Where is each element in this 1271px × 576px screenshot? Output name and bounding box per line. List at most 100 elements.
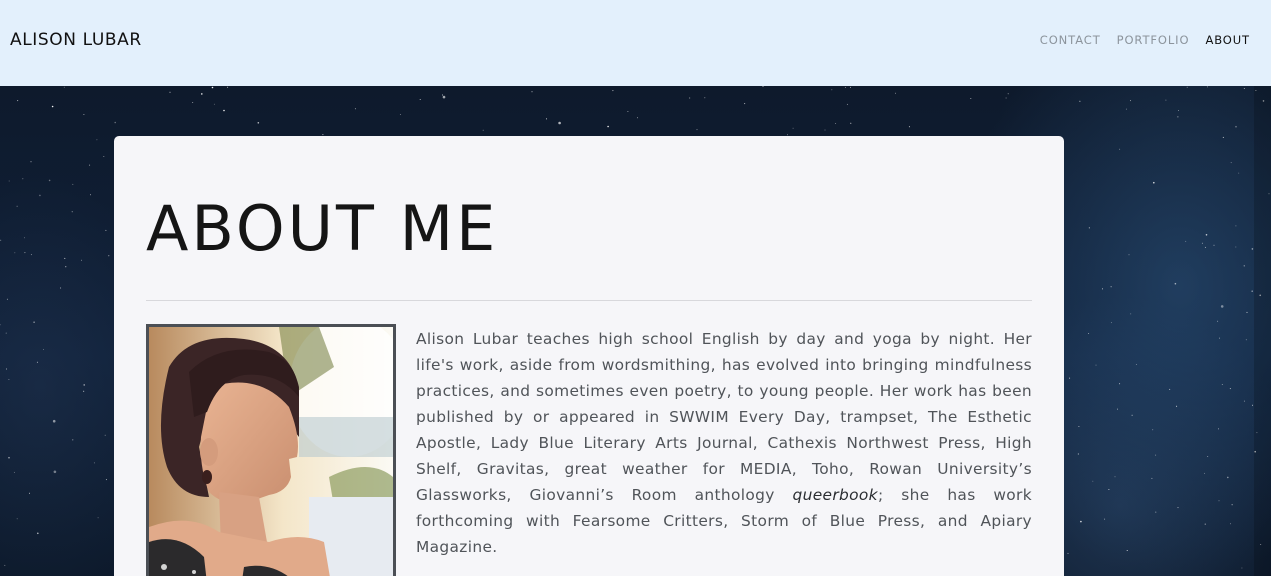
star — [831, 89, 833, 91]
star — [108, 255, 110, 257]
star — [201, 93, 203, 95]
star — [1169, 388, 1171, 390]
star — [1088, 227, 1090, 229]
star — [696, 129, 698, 131]
star — [1246, 311, 1248, 313]
star — [1110, 322, 1112, 324]
star — [72, 183, 74, 185]
star — [8, 180, 10, 182]
star — [1177, 507, 1179, 509]
star — [1229, 388, 1231, 390]
star — [1131, 414, 1133, 416]
star — [1201, 242, 1203, 244]
star — [1206, 86, 1208, 88]
star — [1243, 88, 1245, 89]
star — [51, 105, 54, 108]
star — [114, 121, 116, 124]
star — [1218, 428, 1219, 430]
star — [1165, 99, 1167, 101]
nav-link-contact[interactable]: CONTACT — [1040, 33, 1101, 47]
star — [1231, 504, 1233, 506]
star — [17, 100, 19, 102]
star — [1007, 93, 1009, 95]
star — [1174, 282, 1177, 285]
star — [30, 161, 32, 163]
page-title: ABOUT ME — [146, 192, 499, 265]
star — [1213, 244, 1215, 246]
star — [1218, 500, 1220, 502]
star — [762, 86, 764, 87]
star — [71, 211, 73, 213]
star — [1117, 408, 1118, 410]
star — [1204, 246, 1206, 248]
title-divider — [146, 300, 1032, 301]
star — [704, 97, 706, 99]
star — [1102, 288, 1103, 290]
star — [1153, 181, 1155, 184]
brand-logo-text[interactable]: ALISON LUBAR — [10, 30, 142, 50]
portrait-image — [149, 327, 393, 576]
star — [1155, 511, 1157, 513]
star — [442, 94, 443, 96]
star — [83, 390, 85, 392]
nav-link-portfolio[interactable]: PORTFOLIO — [1117, 33, 1190, 47]
star — [5, 332, 7, 334]
star — [1252, 404, 1253, 406]
star — [169, 91, 171, 93]
star — [627, 111, 629, 112]
star — [1126, 550, 1128, 551]
star — [1230, 162, 1232, 164]
scrollbar-track[interactable] — [1254, 86, 1271, 576]
star — [227, 86, 229, 88]
star — [1155, 454, 1157, 456]
star — [1243, 400, 1245, 402]
star — [63, 86, 65, 88]
star — [1185, 240, 1187, 242]
star — [1235, 125, 1237, 128]
star — [83, 114, 85, 115]
star — [36, 361, 38, 363]
star — [1128, 254, 1130, 256]
star — [105, 479, 107, 481]
star — [105, 229, 107, 231]
star — [1204, 523, 1206, 525]
star — [1186, 86, 1188, 88]
star — [322, 134, 324, 136]
star — [97, 517, 99, 519]
star — [6, 298, 8, 300]
star — [1176, 405, 1178, 407]
star — [1077, 453, 1079, 455]
star — [65, 266, 67, 268]
star — [1177, 116, 1179, 118]
nav-link-about[interactable]: ABOUT — [1205, 33, 1250, 47]
about-card: ABOUT ME Alison Lubar teaches high schoo… — [114, 136, 1064, 576]
star — [1125, 108, 1127, 110]
star — [64, 257, 66, 259]
star — [6, 368, 7, 370]
star — [43, 349, 44, 350]
star — [211, 86, 214, 89]
star — [1245, 339, 1247, 341]
star — [1135, 364, 1137, 365]
star — [72, 439, 74, 441]
star — [48, 179, 51, 182]
star — [1227, 476, 1229, 479]
star — [546, 118, 547, 120]
star — [39, 194, 41, 197]
star — [1235, 225, 1237, 227]
star — [1241, 567, 1243, 569]
star — [1207, 456, 1209, 457]
star — [1067, 552, 1069, 554]
star — [1204, 472, 1205, 474]
star — [1092, 480, 1094, 482]
star — [1230, 523, 1231, 525]
star — [1130, 100, 1131, 102]
star — [1119, 148, 1121, 150]
portrait-photo — [146, 324, 396, 576]
star — [1005, 97, 1007, 99]
star — [1114, 476, 1116, 478]
star — [22, 178, 24, 180]
star — [531, 91, 533, 93]
star — [792, 127, 794, 129]
star — [354, 108, 356, 110]
